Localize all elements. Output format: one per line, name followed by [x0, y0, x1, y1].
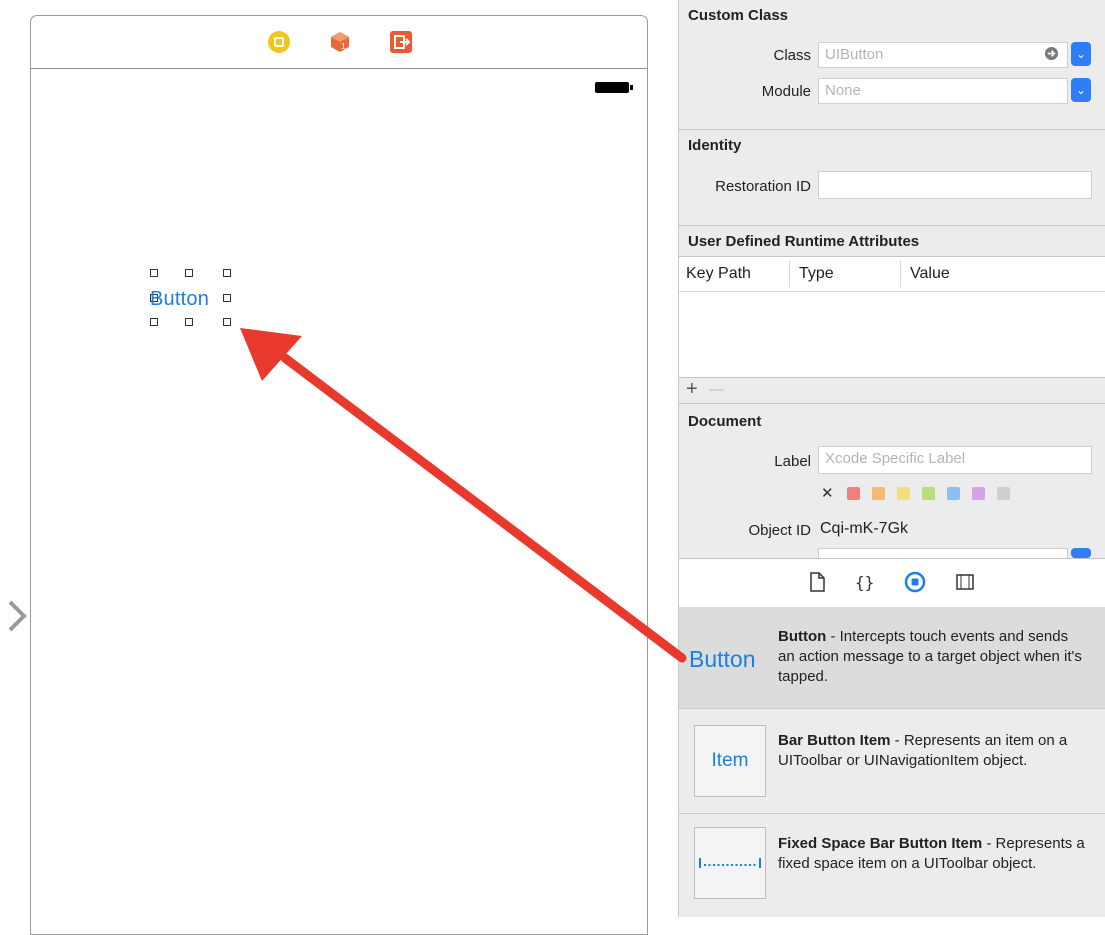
class-field[interactable]: UIButton — [818, 42, 1068, 68]
fixed-space-icon — [699, 858, 761, 868]
column-header-type[interactable]: Type — [799, 265, 834, 283]
object-id-label: Object ID — [748, 522, 811, 539]
xcode-label-field[interactable]: Xcode Specific Label — [818, 446, 1092, 474]
resize-handle[interactable] — [150, 269, 158, 277]
code-snippet-icon[interactable]: {} — [853, 571, 875, 593]
resize-handle[interactable] — [223, 294, 231, 302]
item-preview: Item — [711, 750, 749, 771]
resize-handle[interactable] — [185, 318, 193, 326]
module-field[interactable]: None — [818, 78, 1068, 104]
color-swatch-blue[interactable] — [947, 487, 960, 500]
module-label: Module — [761, 83, 811, 100]
restoration-id-label: Restoration ID — [715, 178, 811, 195]
first-responder-icon[interactable]: 1 — [328, 30, 352, 54]
color-swatch-orange[interactable] — [872, 487, 885, 500]
remove-attribute-button[interactable]: — — [709, 381, 724, 398]
object-library-icon[interactable] — [904, 571, 926, 593]
library-item-button[interactable]: Button Button - Intercepts touch events … — [679, 607, 1105, 709]
library-item-fixed-space[interactable]: Fixed Space Bar Button Item - Represents… — [679, 815, 1105, 917]
color-swatch-gray[interactable] — [997, 487, 1010, 500]
library-item-description: Fixed Space Bar Button Item - Represents… — [778, 834, 1088, 874]
runtime-attributes-table[interactable]: Key Path Type Value — [679, 256, 1105, 378]
clear-color-button[interactable]: ✕ — [821, 484, 834, 502]
color-swatch-purple[interactable] — [972, 487, 985, 500]
resize-handle[interactable] — [150, 318, 158, 326]
divider — [679, 225, 1105, 226]
svg-text:1: 1 — [341, 42, 346, 51]
battery-icon — [595, 82, 633, 93]
chevron-right-icon — [8, 600, 27, 632]
library-item-description: Bar Button Item - Represents an item on … — [778, 731, 1088, 771]
library-item-bar-button-item[interactable]: Item Bar Button Item - Represents an ite… — [679, 710, 1105, 814]
chevron-down-icon: ⌄ — [1075, 83, 1087, 97]
class-dropdown-button[interactable]: ⌄ — [1071, 42, 1091, 66]
color-swatch-red[interactable] — [847, 487, 860, 500]
library-item-title: Bar Button Item — [778, 732, 891, 749]
column-separator — [789, 261, 790, 287]
fixed-space-thumbnail — [694, 827, 766, 899]
resize-handle[interactable] — [223, 269, 231, 277]
media-library-icon[interactable] — [954, 571, 976, 593]
color-swatch-green[interactable] — [922, 487, 935, 500]
column-header-value[interactable]: Value — [910, 265, 950, 283]
runtime-attributes-title: User Defined Runtime Attributes — [688, 233, 920, 250]
class-label: Class — [773, 47, 811, 64]
arrow-circle-right-icon[interactable] — [1044, 46, 1059, 61]
library-item-title: Button — [778, 628, 827, 645]
file-template-icon[interactable] — [806, 571, 828, 593]
restoration-id-field[interactable] — [818, 171, 1092, 199]
identity-title: Identity — [688, 137, 742, 154]
exit-icon[interactable] — [389, 30, 413, 54]
divider — [679, 403, 1105, 404]
library-item-description: Button - Intercepts touch events and sen… — [778, 627, 1088, 687]
library-item-title: Fixed Space Bar Button Item — [778, 835, 983, 852]
canvas-button[interactable]: Button — [150, 288, 209, 311]
document-title: Document — [688, 413, 762, 430]
identity-inspector: Custom Class Class UIButton ⌄ Module Non… — [678, 0, 1105, 917]
resize-handle[interactable] — [185, 269, 193, 277]
scene-dock: 1 — [31, 16, 647, 69]
column-header-key-path[interactable]: Key Path — [686, 265, 751, 283]
add-attribute-button[interactable]: + — [686, 378, 698, 401]
lock-popup[interactable] — [818, 548, 1068, 558]
storyboard-scene: 1 — [30, 15, 648, 935]
svg-text:{}: {} — [855, 573, 874, 592]
resize-handle[interactable] — [223, 318, 231, 326]
object-id-value: Cqi-mK-7Gk — [820, 520, 909, 537]
button-preview: Button — [689, 646, 756, 672]
divider — [679, 129, 1105, 130]
chevron-down-icon: ⌄ — [1075, 47, 1087, 61]
label-label: Label — [774, 453, 811, 470]
bar-button-item-thumbnail: Item — [694, 725, 766, 797]
view-controller-icon[interactable] — [267, 30, 291, 54]
lock-dropdown-button[interactable] — [1071, 548, 1091, 558]
library-tab-bar: {} — [679, 558, 1105, 608]
column-separator — [900, 261, 901, 287]
color-swatch-yellow[interactable] — [897, 487, 910, 500]
header-divider — [679, 291, 1105, 292]
module-dropdown-button[interactable]: ⌄ — [1071, 78, 1091, 102]
custom-class-title: Custom Class — [688, 7, 789, 24]
